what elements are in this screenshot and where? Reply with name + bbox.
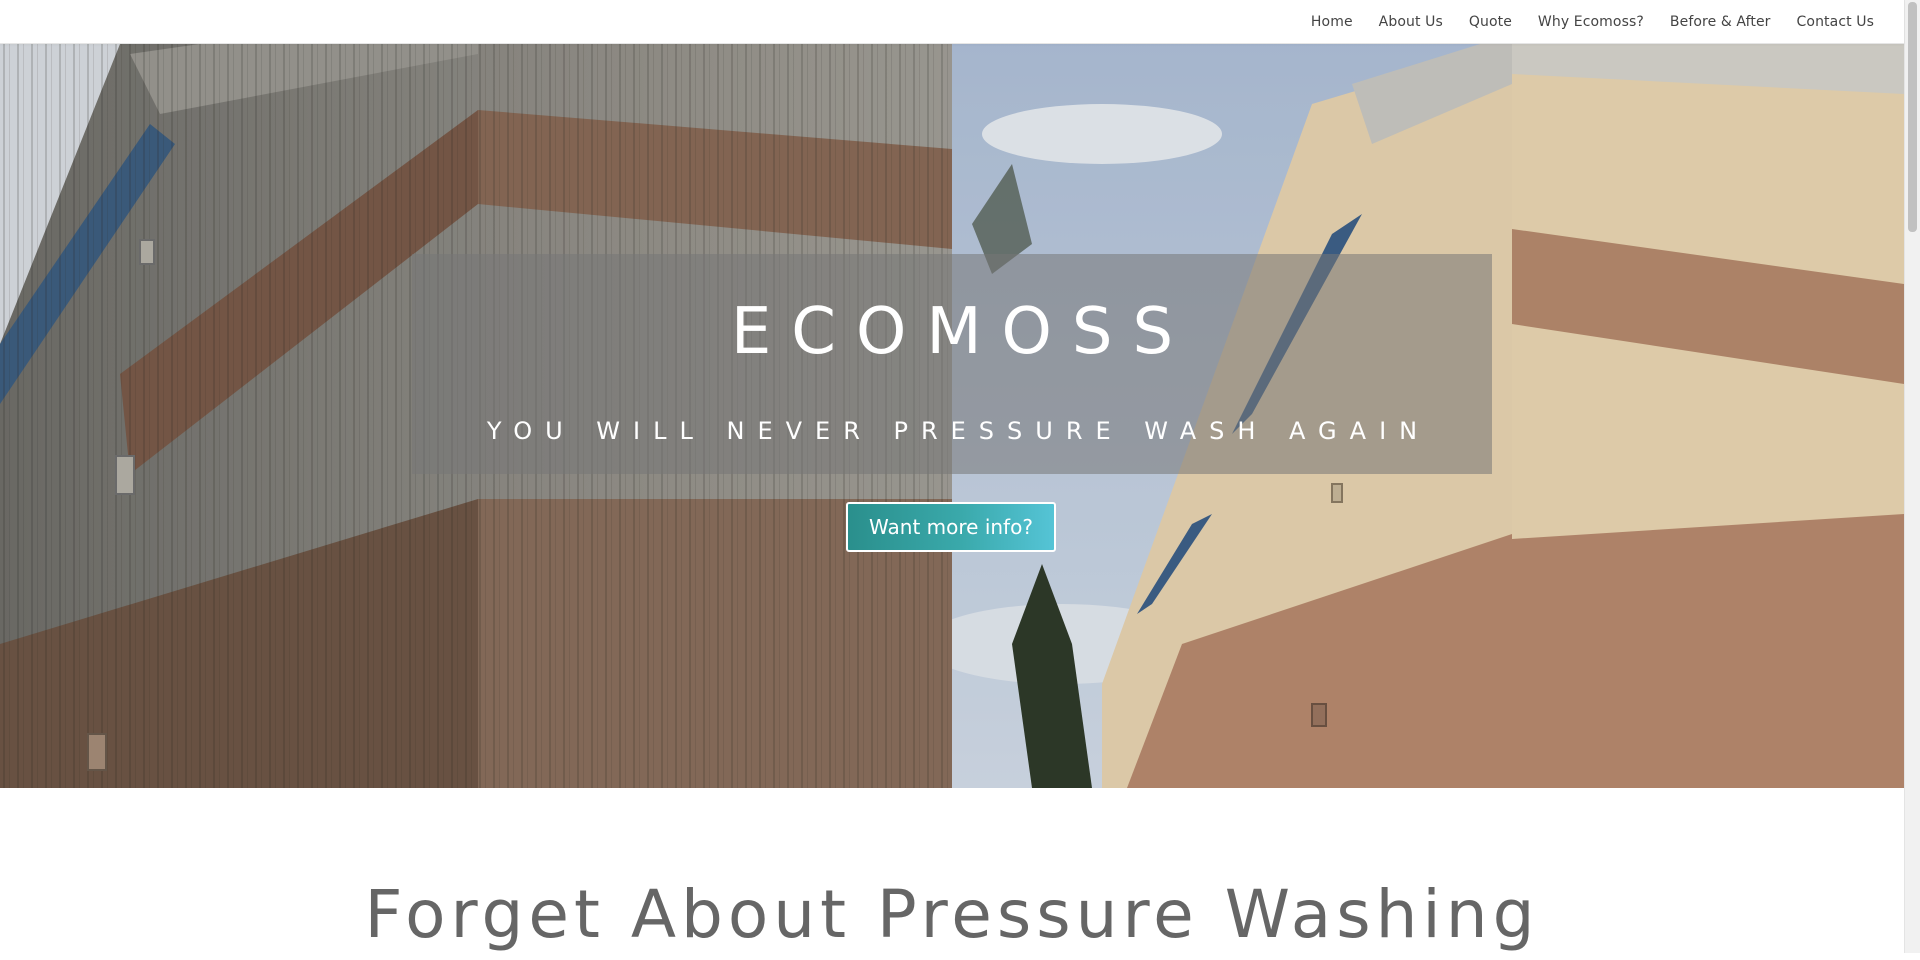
- scrollbar-thumb[interactable]: [1908, 2, 1917, 232]
- want-more-info-button[interactable]: Want more info?: [846, 502, 1056, 552]
- nav-item-before-after[interactable]: Before & After: [1670, 14, 1771, 30]
- main-nav: Home About Us Quote Why Ecomoss? Before …: [1285, 0, 1874, 44]
- page-scrollbar[interactable]: [1904, 0, 1920, 953]
- nav-item-about-us[interactable]: About Us: [1379, 14, 1443, 30]
- nav-item-why-ecomoss[interactable]: Why Ecomoss?: [1538, 14, 1644, 30]
- hero-subtitle: YOU WILL NEVER PRESSURE WASH AGAIN: [486, 417, 1431, 445]
- hero-section: ECOMOSS YOU WILL NEVER PRESSURE WASH AGA…: [0, 44, 1904, 788]
- hero-title: ECOMOSS: [730, 295, 1194, 369]
- section-heading: Forget About Pressure Washing: [364, 876, 1540, 953]
- site-header: Home About Us Quote Why Ecomoss? Before …: [0, 0, 1904, 44]
- nav-item-contact-us[interactable]: Contact Us: [1797, 14, 1874, 30]
- nav-item-quote[interactable]: Quote: [1469, 14, 1512, 30]
- nav-item-home[interactable]: Home: [1311, 14, 1353, 30]
